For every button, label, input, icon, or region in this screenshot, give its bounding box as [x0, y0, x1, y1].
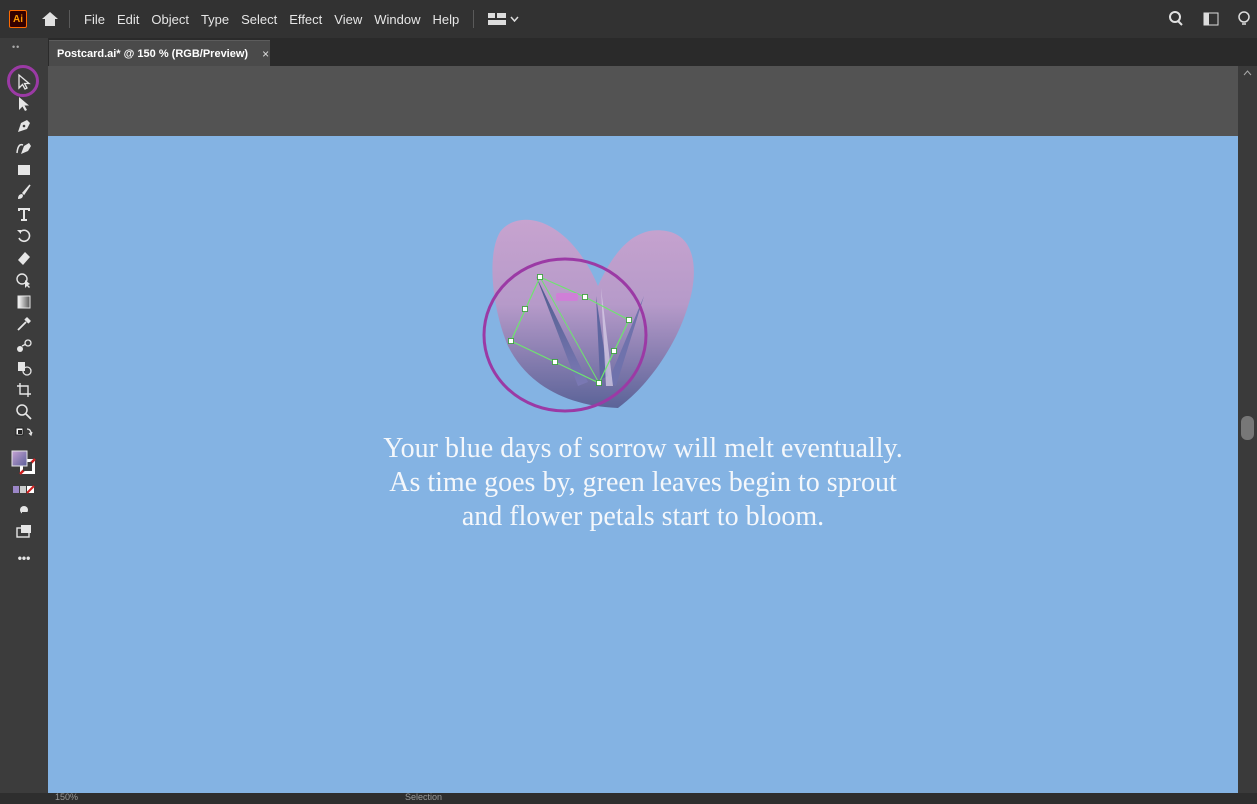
home-icon [42, 12, 58, 26]
menu-object[interactable]: Object [145, 12, 195, 27]
rectangle-tool[interactable] [10, 158, 38, 182]
rotate-icon [17, 229, 31, 243]
eyedropper-tool[interactable] [10, 312, 38, 336]
fill-stroke-swatch[interactable] [10, 448, 38, 478]
document-tab-strip: Postcard.ai* @ 150 % (RGB/Preview) × [0, 38, 1257, 66]
scrollbar-thumb[interactable] [1241, 416, 1254, 440]
swap-colors-icon [15, 427, 33, 437]
eraser-icon [18, 252, 30, 265]
draw-modes[interactable] [10, 498, 38, 522]
artwork-layer [482, 219, 694, 413]
status-bar: 150% Selection [0, 792, 1257, 804]
artboard-icon [17, 383, 31, 397]
shape-builder-tool[interactable] [10, 268, 38, 292]
artboard-tool[interactable] [10, 378, 38, 402]
pen-tool[interactable] [10, 114, 38, 138]
menu-select[interactable]: Select [235, 12, 283, 27]
paintbrush-tool[interactable] [10, 180, 38, 204]
screen-mode-icon [16, 525, 31, 538]
menu-file[interactable]: File [78, 12, 111, 27]
status-mode-label[interactable]: Selection [405, 792, 442, 802]
gradient-icon [17, 295, 31, 309]
chevron-up-icon[interactable] [1238, 66, 1257, 80]
blend-tool[interactable] [10, 334, 38, 358]
blend-icon [17, 339, 32, 352]
home-button[interactable] [39, 8, 61, 30]
illustrator-logo: Ai [9, 10, 27, 28]
vertical-scrollbar[interactable] [1238, 66, 1257, 794]
zoom-level[interactable]: 150% [55, 792, 78, 802]
menu-help[interactable]: Help [426, 12, 465, 27]
shape-builder-icon [16, 273, 30, 288]
search-help-icon[interactable] [1167, 10, 1185, 28]
workspace-grid-icon [488, 13, 507, 25]
toolbar-grip[interactable]: •• [12, 42, 36, 52]
symbol-sprayer-icon [18, 362, 32, 376]
menu-type[interactable]: Type [195, 12, 235, 27]
menu-view[interactable]: View [328, 12, 368, 27]
paintbrush-icon [18, 184, 31, 199]
document-tab[interactable]: Postcard.ai* @ 150 % (RGB/Preview) × [49, 40, 270, 66]
arrange-documents-icon[interactable] [1203, 12, 1219, 26]
discover-icon[interactable] [1237, 10, 1251, 28]
chevron-down-icon [510, 16, 519, 22]
type-icon [18, 208, 30, 221]
menu-bar: Ai File Edit Object Type Select Effect V… [0, 0, 1257, 38]
zoom-icon [16, 404, 32, 420]
direct-selection-arrow-icon [19, 97, 29, 111]
menu-window[interactable]: Window [368, 12, 426, 27]
screen-mode[interactable] [10, 520, 38, 544]
eyedropper-icon [17, 317, 31, 331]
fill-stroke-icon [11, 450, 36, 475]
type-tool[interactable] [10, 202, 38, 226]
menu-effect[interactable]: Effect [283, 12, 328, 27]
default-colors-swap[interactable] [10, 422, 38, 446]
close-tab-icon[interactable]: × [262, 47, 269, 61]
tools-panel: •• ••• [0, 38, 48, 804]
menu-separator [473, 10, 475, 28]
eraser-tool[interactable] [10, 246, 38, 270]
tool-highlight-circle [7, 65, 39, 97]
color-mode-icon [13, 485, 35, 494]
menu-edit[interactable]: Edit [111, 12, 145, 27]
document-tab-title: Postcard.ai* @ 150 % (RGB/Preview) [57, 47, 249, 60]
curvature-tool[interactable] [10, 136, 38, 160]
gradient-tool[interactable] [10, 290, 38, 314]
pasteboard [48, 66, 1238, 136]
menu-separator [69, 10, 70, 28]
symbol-sprayer-tool[interactable] [10, 356, 38, 380]
rotate-tool[interactable] [10, 224, 38, 248]
workspace-switcher-button[interactable] [488, 13, 519, 25]
edit-toolbar-button[interactable]: ••• [10, 546, 38, 570]
draw-mode-icon [20, 506, 28, 516]
menu-right-icons [1167, 0, 1257, 38]
curvature-pen-icon [16, 143, 31, 154]
pen-icon [18, 120, 30, 132]
rectangle-icon [18, 165, 30, 175]
zoom-tool[interactable] [10, 400, 38, 424]
